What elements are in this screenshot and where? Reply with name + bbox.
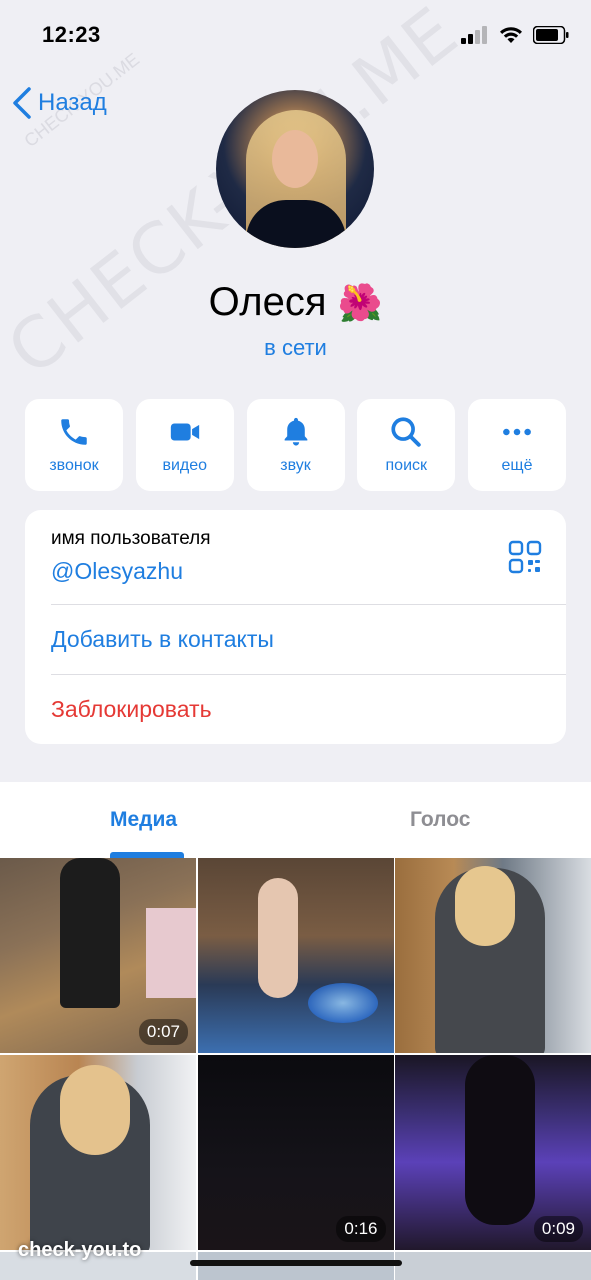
phone-icon (61, 419, 87, 445)
bell-icon (284, 417, 307, 446)
search-icon (391, 417, 421, 447)
media-thumbnail[interactable] (395, 858, 591, 1053)
media-thumbnail[interactable] (0, 1055, 196, 1250)
chevron-left-icon (13, 87, 31, 119)
info-card: имя пользователя @Olesyazhu Добавить в к… (25, 510, 566, 744)
profile-name: Олеся 🌺 (0, 280, 591, 325)
username-value[interactable]: @Olesyazhu (51, 558, 211, 585)
status-bar: 12:23 (0, 0, 591, 70)
media-thumbnail[interactable] (395, 1252, 591, 1280)
media-grid: 0:07 0:16 0:09 (0, 858, 591, 1280)
video-duration: 0:16 (336, 1216, 386, 1242)
video-icon (170, 423, 199, 441)
avatar[interactable] (216, 90, 374, 248)
add-contact-button[interactable]: Добавить в контакты (51, 626, 274, 653)
video-button[interactable]: видео (135, 399, 234, 491)
video-duration: 0:07 (138, 1019, 188, 1045)
more-button[interactable]: ещё (468, 399, 566, 491)
media-thumbnail[interactable] (197, 1252, 394, 1280)
home-indicator[interactable] (190, 1260, 402, 1266)
profile-name-text: Олеся (208, 280, 327, 324)
media-tabs: Медиа Голос (0, 782, 591, 858)
media-thumbnail[interactable]: 0:09 (395, 1055, 591, 1250)
hibiscus-emoji: 🌺 (337, 282, 383, 323)
battery-icon (533, 26, 569, 44)
call-button[interactable]: звонок (25, 399, 123, 491)
back-button[interactable]: Назад (12, 86, 107, 120)
status-icons (461, 26, 569, 44)
username-label: имя пользователя (51, 528, 211, 549)
media-thumbnail[interactable] (197, 858, 394, 1053)
video-label: видео (162, 457, 208, 474)
call-label: звонок (49, 457, 99, 474)
block-user-button[interactable]: Заблокировать (51, 696, 212, 723)
online-status: в сети (264, 335, 327, 360)
tab-voice[interactable]: Голос (410, 808, 470, 832)
wifi-icon (500, 27, 522, 43)
video-duration: 0:09 (533, 1216, 583, 1242)
signal-icon (461, 26, 487, 44)
sound-label: звук (280, 457, 311, 474)
qr-code-icon[interactable] (508, 540, 542, 574)
tab-media[interactable]: Медиа (110, 808, 177, 832)
action-bar: звонок видео звук поиск ещё (25, 399, 566, 491)
media-thumbnail[interactable]: 0:16 (197, 1055, 394, 1250)
divider (51, 604, 566, 605)
site-watermark: check-you.to (18, 1239, 142, 1261)
back-label: Назад (38, 89, 107, 116)
divider (51, 674, 566, 675)
media-thumbnail[interactable]: 0:07 (0, 858, 196, 1053)
media-panel: Медиа Голос 0:07 0:16 0:09 (0, 782, 591, 1280)
search-label: поиск (385, 457, 428, 474)
status-time: 12:23 (42, 22, 101, 47)
more-icon (503, 428, 531, 436)
username-block[interactable]: имя пользователя @Olesyazhu (51, 528, 211, 585)
more-label: ещё (501, 457, 533, 474)
sound-button[interactable]: звук (246, 399, 345, 491)
search-button[interactable]: поиск (357, 399, 456, 491)
